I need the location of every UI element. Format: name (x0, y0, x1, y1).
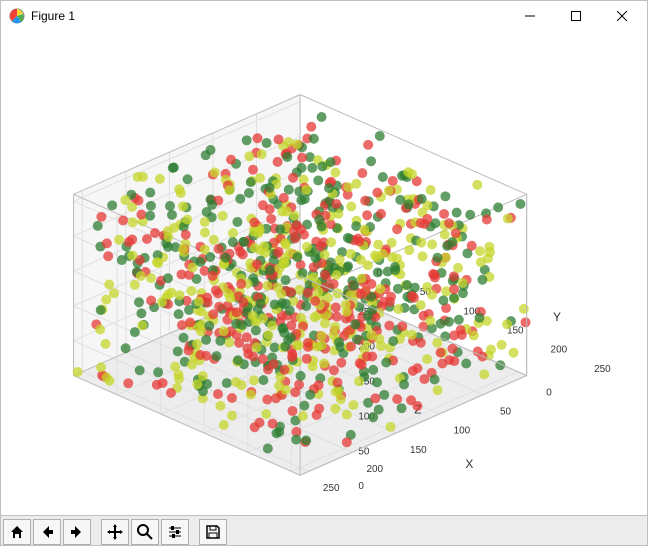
minimize-button[interactable] (507, 1, 553, 31)
arrow-left-icon (39, 524, 55, 540)
close-icon (617, 11, 627, 21)
svg-text:200: 200 (366, 464, 383, 475)
sliders-icon (167, 524, 183, 540)
home-icon (9, 524, 25, 540)
svg-text:0: 0 (546, 387, 552, 398)
window-title: Figure 1 (31, 9, 75, 23)
save-button[interactable] (199, 519, 227, 545)
svg-text:150: 150 (410, 445, 427, 456)
close-button[interactable] (599, 1, 645, 31)
forward-button[interactable] (63, 519, 91, 545)
save-icon (205, 524, 221, 540)
matplotlib-icon (9, 8, 25, 24)
zoom-button[interactable] (131, 519, 159, 545)
svg-text:250: 250 (323, 483, 340, 494)
svg-text:50: 50 (500, 407, 512, 418)
subplots-button[interactable] (161, 519, 189, 545)
magnifier-icon (137, 524, 153, 540)
figure-window: Figure 1 0501001502002500501001502002500… (0, 0, 648, 546)
maximize-button[interactable] (553, 1, 599, 31)
home-button[interactable] (3, 519, 31, 545)
titlebar: Figure 1 (1, 1, 647, 31)
minimize-icon (525, 11, 535, 21)
svg-text:250: 250 (594, 364, 611, 375)
svg-text:0: 0 (358, 481, 364, 492)
plot-area[interactable]: 0501001502002500501001502002500501001502… (1, 31, 647, 515)
svg-text:100: 100 (454, 426, 471, 437)
svg-text:50: 50 (358, 446, 370, 457)
maximize-icon (571, 11, 581, 21)
move-icon (107, 524, 123, 540)
svg-text:Y: Y (553, 310, 561, 324)
svg-text:200: 200 (551, 345, 568, 356)
arrow-right-icon (69, 524, 85, 540)
back-button[interactable] (33, 519, 61, 545)
navigation-toolbar (1, 515, 647, 545)
pan-button[interactable] (101, 519, 129, 545)
svg-text:X: X (465, 457, 473, 471)
